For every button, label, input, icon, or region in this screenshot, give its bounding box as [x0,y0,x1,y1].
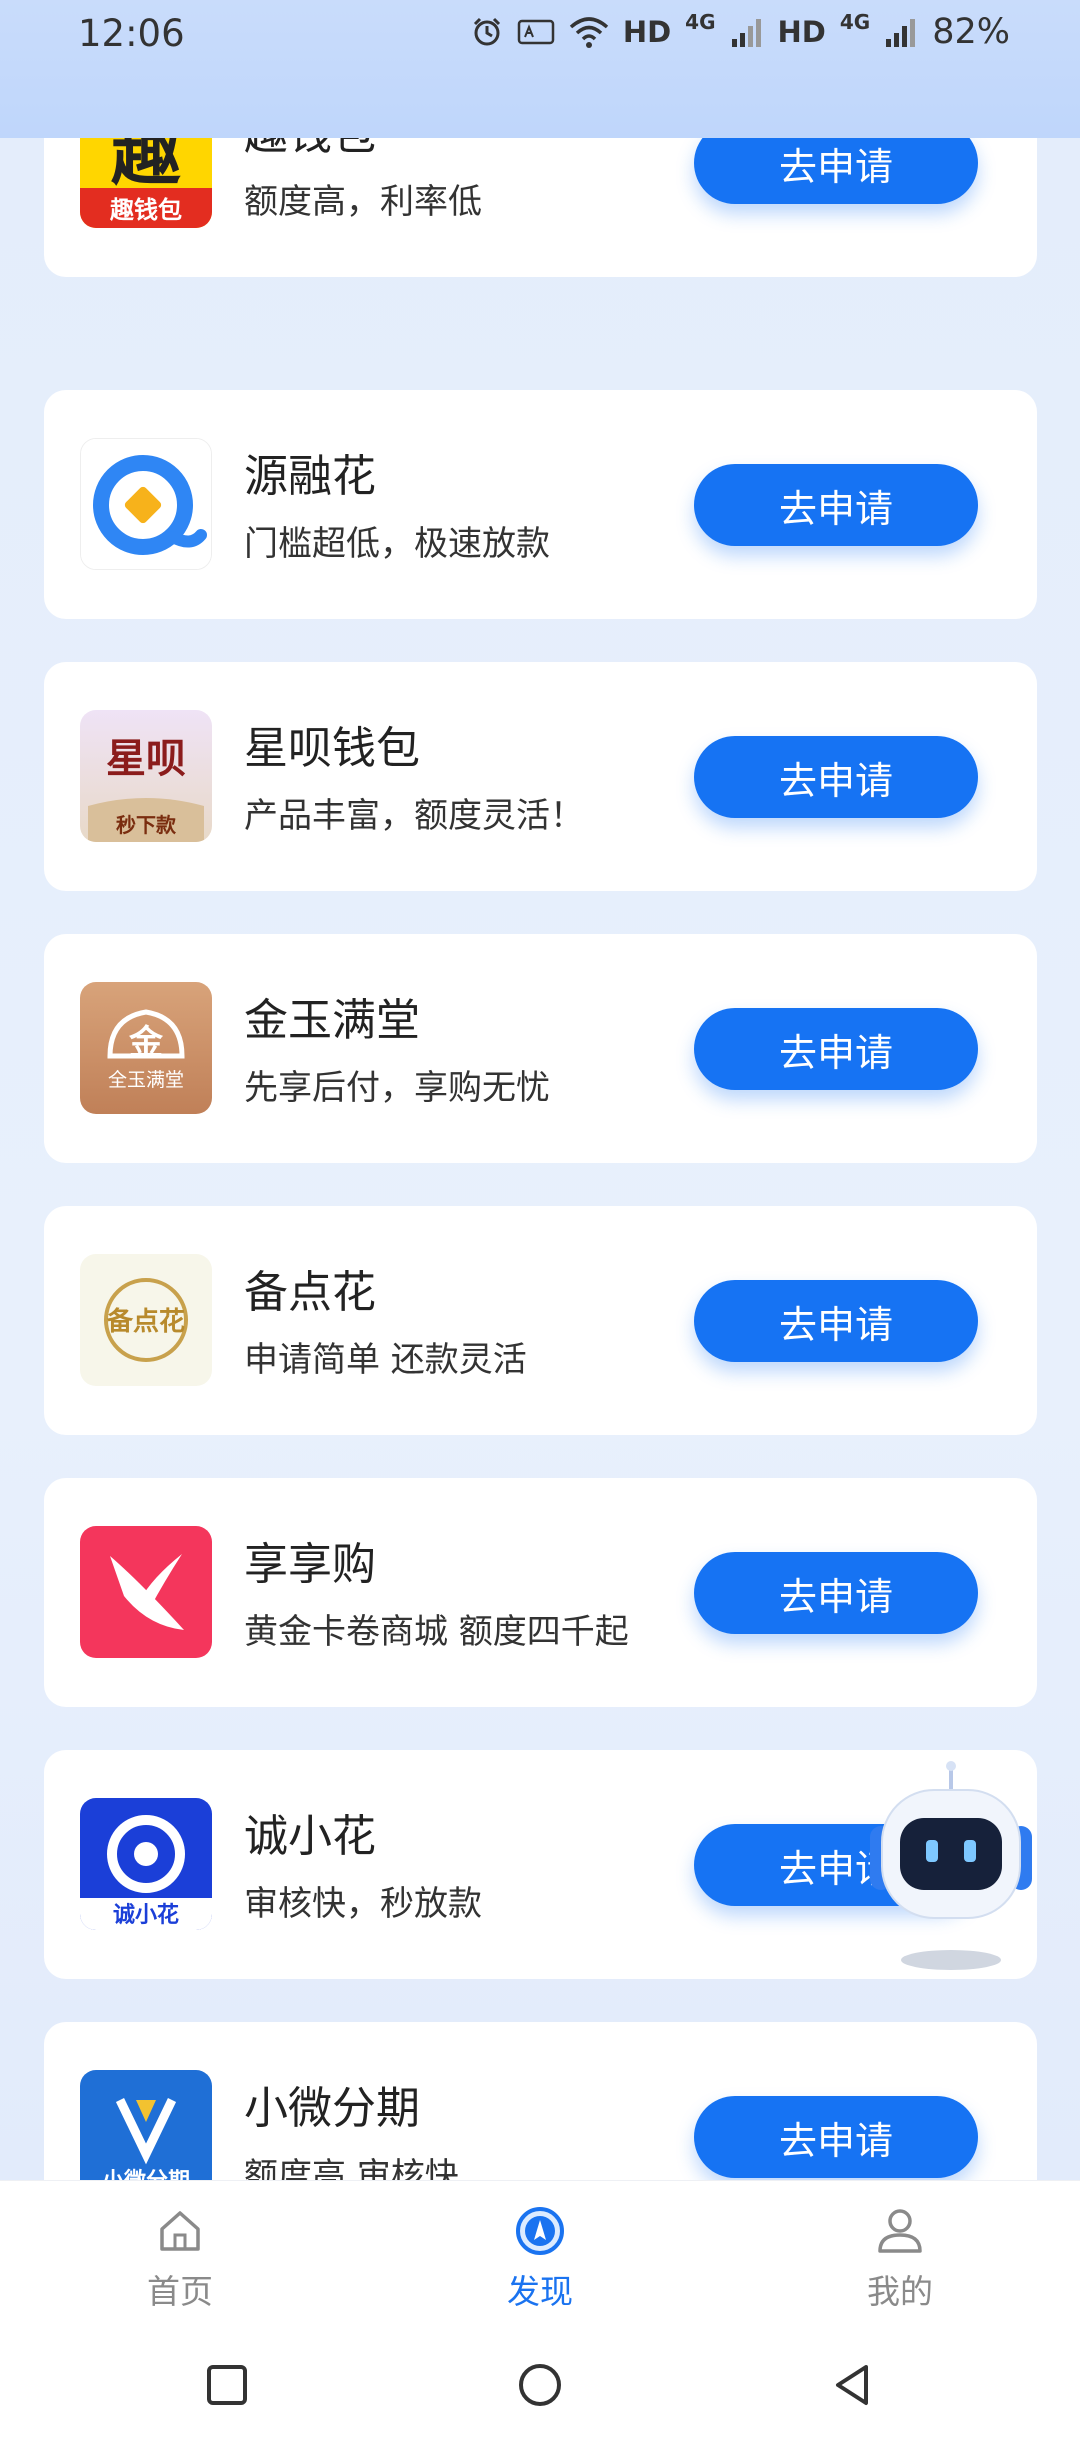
product-name: 金玉满堂 [244,995,420,1046]
signal-icon-2 [886,19,916,47]
status-time: 12:06 [78,12,185,55]
xiaoweifenqi-logo: 小微分期 [80,2070,212,2180]
apply-button[interactable]: 去申请 [694,464,978,546]
user-icon [878,2209,922,2253]
tab-home-label: 首页 [147,2272,213,2311]
beidianhua-logo: 备点花 [80,1254,212,1386]
tab-discover[interactable]: 发现 [440,2203,640,2313]
product-card-xiaoweifenqi[interactable]: 小微分期 小微分期 额度高 审核快 去申请 [44,2022,1037,2180]
product-card-jinyumantang[interactable]: 金 全玉满堂 金玉满堂 先享后付，享购无忧 去申请 [44,934,1037,1163]
system-nav-bar [0,2322,1080,2448]
product-card-xingbeiqianbao[interactable]: 星呗 秒下款 星呗钱包 产品丰富，额度灵活！ 去申请 [44,662,1037,891]
robot-icon [870,1761,1032,1970]
svg-text:金: 金 [128,1023,164,1063]
product-name: 小微分期 [244,2083,420,2134]
auto-brightness-icon [517,19,555,45]
product-card-quqianbao[interactable]: 趣 趣钱包 趣钱包 额度高，利率低 去申请 [44,138,1037,277]
network-label-1: 4G [685,10,716,34]
apply-button[interactable]: 去申请 [694,1008,978,1090]
network-label-2: 4G [839,10,871,34]
tab-mine-label: 我的 [867,2272,933,2311]
xingbei-logo: 星呗 秒下款 [80,710,212,842]
yuanronghua-logo [80,438,212,570]
home-nav-icon[interactable] [515,2360,565,2410]
product-card-beidianhua[interactable]: 备点花 备点花 申请简单 还款灵活 去申请 [44,1206,1037,1435]
tab-mine[interactable]: 我的 [800,2203,1000,2313]
product-description: 审核快，秒放款 [244,1884,482,1924]
apply-button[interactable]: 去申请 [694,736,978,818]
signal-icon-1 [731,19,761,47]
svg-text:全玉满堂: 全玉满堂 [108,1069,184,1091]
product-description: 额度高 审核快 [244,2156,459,2180]
tab-home[interactable]: 首页 [80,2203,280,2313]
product-card-xiangxianggou[interactable]: 享享购 黄金卡卷商城 额度四千起 去申请 [44,1478,1037,1707]
home-icon [160,2211,200,2251]
svg-text:秒下款: 秒下款 [116,813,177,837]
apply-button[interactable]: 去申请 [694,138,978,204]
hd-label-1: HD [622,15,672,49]
product-card-yuanronghua[interactable]: 源融花 门槛超低，极速放款 去申请 [44,390,1037,619]
product-name: 源融花 [244,451,376,502]
svg-text:趣: 趣 [111,138,181,195]
product-description: 额度高，利率低 [244,182,482,222]
svg-text:趣钱包: 趣钱包 [109,196,182,224]
recent-apps-icon[interactable] [202,2360,252,2410]
svg-text:备点花: 备点花 [106,1306,185,1337]
jinyumantang-logo: 金 全玉满堂 [80,982,212,1114]
hd-label-2: HD [777,15,826,49]
product-description: 产品丰富，额度灵活！ [244,796,584,836]
status-icons: HD 4G HD 4G 82% [471,10,1010,54]
quqianbao-logo: 趣 趣钱包 [80,138,212,228]
product-description: 黄金卡卷商城 额度四千起 [244,1612,629,1652]
bottom-tab-bar: 首页 发现 我的 [0,2180,1080,2323]
svg-text:诚小花: 诚小花 [113,1902,179,1928]
product-name: 诚小花 [244,1811,376,1862]
alarm-icon [473,17,500,46]
product-name: 星呗钱包 [244,723,420,774]
tab-discover-label: 发现 [507,2272,573,2311]
chengxiaohua-logo: 诚小花 [80,1798,212,1930]
xiangxianggou-logo [80,1526,212,1658]
assistant-robot-button[interactable] [866,1760,1036,1990]
apply-button[interactable]: 去申请 [694,2096,978,2178]
status-bar: 12:06 HD 4G HD 4G 82% [0,0,1080,138]
back-icon[interactable] [828,2360,878,2410]
product-description: 申请简单 还款灵活 [244,1340,527,1380]
compass-icon [516,2207,564,2255]
wifi-icon [569,17,608,48]
product-name: 享享购 [244,1539,376,1590]
product-name: 备点花 [244,1267,376,1318]
svg-text:星呗: 星呗 [106,736,186,782]
product-name: 趣钱包 [244,138,376,162]
battery-level: 82% [932,12,1010,52]
apply-button[interactable]: 去申请 [694,1280,978,1362]
product-description: 门槛超低，极速放款 [244,524,550,564]
svg-text:小微分期: 小微分期 [102,2168,190,2180]
product-description: 先享后付，享购无忧 [244,1068,550,1108]
apply-button[interactable]: 去申请 [694,1552,978,1634]
